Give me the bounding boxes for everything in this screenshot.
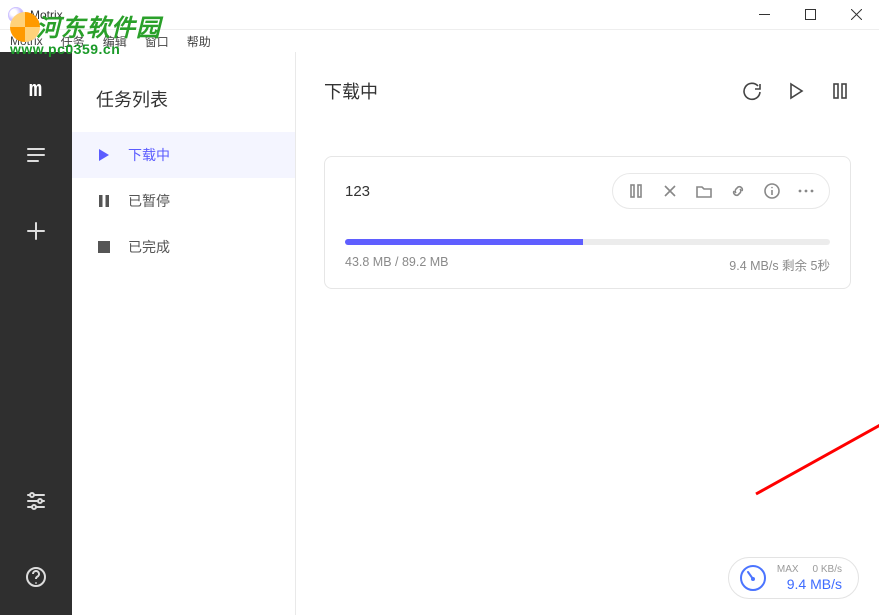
rail-item-preferences[interactable]: [0, 477, 72, 525]
menu-item-edit[interactable]: 编辑: [103, 33, 127, 50]
window-title: Motrix: [30, 8, 63, 22]
close-button[interactable]: [833, 0, 879, 30]
refresh-button[interactable]: [741, 80, 763, 102]
sidebar-item-label: 已暂停: [128, 191, 170, 211]
resume-all-button[interactable]: [785, 80, 807, 102]
task-folder-button[interactable]: [687, 178, 721, 204]
sidebar-item-label: 下载中: [128, 145, 170, 165]
rail-item-list[interactable]: [0, 131, 72, 179]
sidebar-title: 任务列表: [72, 78, 295, 132]
nav-rail: m: [0, 52, 72, 615]
task-card[interactable]: 123 43.8 MB / 89.2 MB 9.4 MB/s 剩余 5秒: [324, 156, 851, 289]
stop-icon: [96, 239, 112, 255]
menubar: Motrix 任务 编辑 窗口 帮助: [0, 30, 879, 52]
main-panel: 下载中 123 43.8 MB / 89: [296, 52, 879, 615]
titlebar: Motrix: [0, 0, 879, 30]
task-name: 123: [345, 183, 370, 200]
page-title: 下载中: [324, 78, 378, 104]
speed-indicator[interactable]: MAX 0 KB/s 9.4 MB/s: [728, 557, 859, 599]
minimize-button[interactable]: [741, 0, 787, 30]
menu-item-tasks[interactable]: 任务: [61, 33, 85, 50]
task-delete-button[interactable]: [653, 178, 687, 204]
header-actions: [741, 80, 851, 102]
task-more-button[interactable]: [789, 178, 823, 204]
task-info-button[interactable]: [755, 178, 789, 204]
main-header: 下载中: [324, 78, 851, 104]
speed-max-label: MAX: [777, 564, 799, 576]
gauge-icon: [739, 564, 767, 592]
menu-item-motrix[interactable]: Motrix: [10, 34, 43, 48]
sidebar: 任务列表 下载中 已暂停 已完成: [72, 52, 296, 615]
maximize-button[interactable]: [787, 0, 833, 30]
task-link-button[interactable]: [721, 178, 755, 204]
sidebar-item-label: 已完成: [128, 237, 170, 257]
pause-all-button[interactable]: [829, 80, 851, 102]
app-icon: [8, 7, 24, 23]
window-controls: [741, 0, 879, 30]
sidebar-item-completed[interactable]: 已完成: [72, 224, 295, 270]
menu-item-window[interactable]: 窗口: [145, 33, 169, 50]
task-actions: [612, 173, 830, 209]
rail-logo: m: [29, 78, 43, 103]
rail-item-help[interactable]: [0, 553, 72, 601]
task-progress-bar: [345, 239, 583, 245]
sidebar-item-paused[interactable]: 已暂停: [72, 178, 295, 224]
task-pause-button[interactable]: [619, 178, 653, 204]
annotation-arrow-icon: [726, 334, 879, 514]
pause-icon: [96, 193, 112, 209]
rail-item-add[interactable]: [0, 207, 72, 255]
speed-download: 9.4 MB/s: [787, 576, 842, 592]
play-icon: [96, 147, 112, 163]
sidebar-item-downloading[interactable]: 下载中: [72, 132, 295, 178]
task-speed-eta: 9.4 MB/s 剩余 5秒: [729, 255, 830, 274]
menu-item-help[interactable]: 帮助: [187, 33, 211, 50]
speed-upload: 0 KB/s: [813, 564, 842, 576]
task-size: 43.8 MB / 89.2 MB: [345, 255, 449, 274]
task-progress: [345, 239, 830, 245]
